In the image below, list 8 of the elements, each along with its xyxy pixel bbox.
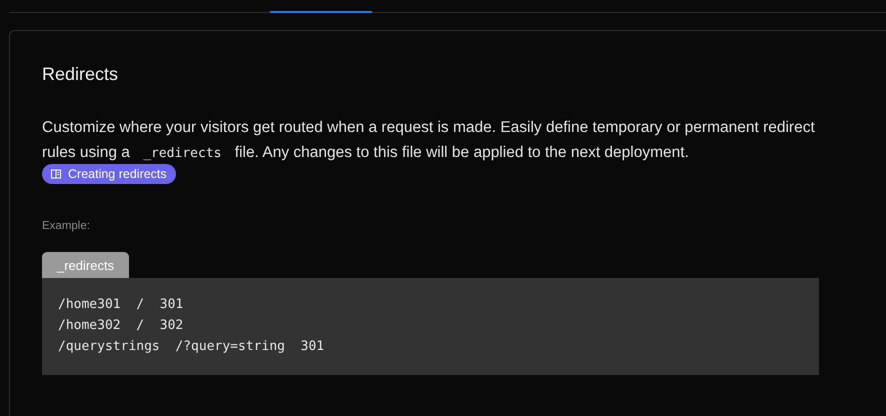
code-line: /querystrings /?query=string 301 — [58, 338, 324, 356]
book-icon — [51, 169, 61, 179]
example-label: Example: — [42, 220, 91, 232]
code-line: /home302 / 302 — [58, 317, 184, 335]
code-line: /home301 / 301 — [58, 296, 184, 314]
description-text: Customize where your visitors get routed when a request is made. Easily define temporary or permanent redirect rules using a _redirects file. Any changes to this file will be applied to the next deployment. — [42, 118, 816, 163]
doc-link[interactable]: Creating redirects — [42, 164, 176, 184]
section-title: Redirects — [42, 64, 120, 85]
